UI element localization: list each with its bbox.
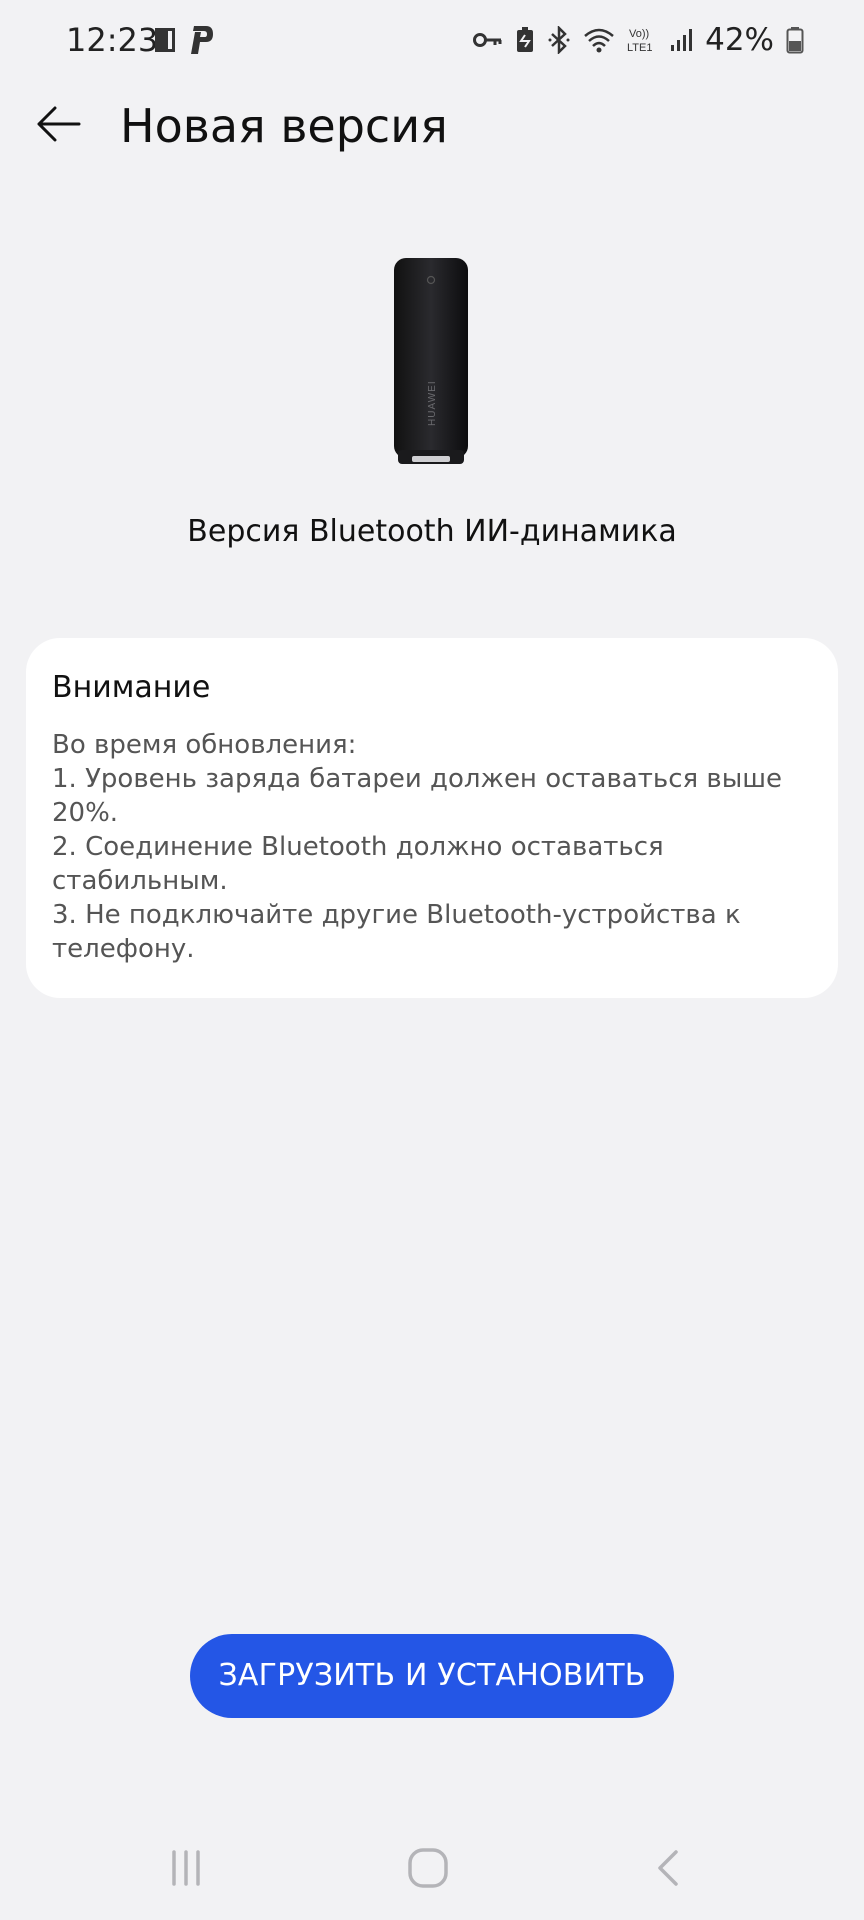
back-chevron-icon — [650, 1848, 690, 1892]
p-app-icon — [188, 24, 214, 56]
battery-icon — [786, 26, 804, 54]
navigation-bar — [0, 1830, 864, 1910]
signal-icon — [669, 27, 693, 53]
sim-card-icon — [152, 25, 178, 55]
vpn-key-icon — [473, 30, 503, 50]
status-bar: 12:23 Vo)) LTE1 42% — [0, 0, 864, 80]
battery-percent: 42% — [705, 22, 774, 58]
notice-line: Во время обновления: — [52, 730, 357, 760]
battery-saver-icon — [515, 26, 535, 54]
svg-text:LTE1: LTE1 — [627, 42, 652, 54]
home-icon — [406, 1846, 450, 1894]
svg-text:Vo)): Vo)) — [629, 28, 649, 40]
svg-text:HUAWEI: HUAWEI — [427, 380, 438, 426]
nav-back-button[interactable] — [640, 1840, 700, 1900]
notice-line: 1. Уровень заряда батареи должен остават… — [52, 764, 783, 794]
notice-line: 20%. — [52, 798, 119, 828]
wifi-icon — [583, 26, 615, 54]
status-time: 12:23 — [66, 21, 159, 59]
bluetooth-icon — [547, 26, 571, 54]
arrow-left-icon — [35, 104, 81, 148]
speaker-icon: HUAWEI — [388, 254, 474, 468]
notice-title: Внимание — [52, 670, 211, 705]
status-right-icons: Vo)) LTE1 42% — [473, 20, 804, 60]
status-left-icons — [152, 24, 214, 56]
back-button[interactable] — [28, 96, 88, 156]
page-title: Новая версия — [120, 99, 448, 153]
notice-line: стабильным. — [52, 866, 228, 896]
app-bar: Новая версия — [0, 84, 864, 164]
volte-icon: Vo)) LTE1 — [627, 25, 657, 55]
download-install-button[interactable]: ЗАГРУЗИТЬ И УСТАНОВИТЬ — [190, 1634, 674, 1718]
recents-icon — [166, 1848, 206, 1892]
device-name: Версия Bluetooth ИИ-динамика — [187, 514, 677, 549]
home-button[interactable] — [398, 1840, 458, 1900]
notice-text: Во время обновления: 1. Уровень заряда б… — [52, 728, 812, 966]
notice-card: Внимание Во время обновления: 1. Уровень… — [26, 638, 838, 998]
recents-button[interactable] — [156, 1840, 216, 1900]
notice-line: 2. Соединение Bluetooth должно оставатьс… — [52, 832, 664, 862]
notice-line: 3. Не подключайте другие Bluetooth-устро… — [52, 900, 741, 930]
notice-line: телефону. — [52, 934, 195, 964]
